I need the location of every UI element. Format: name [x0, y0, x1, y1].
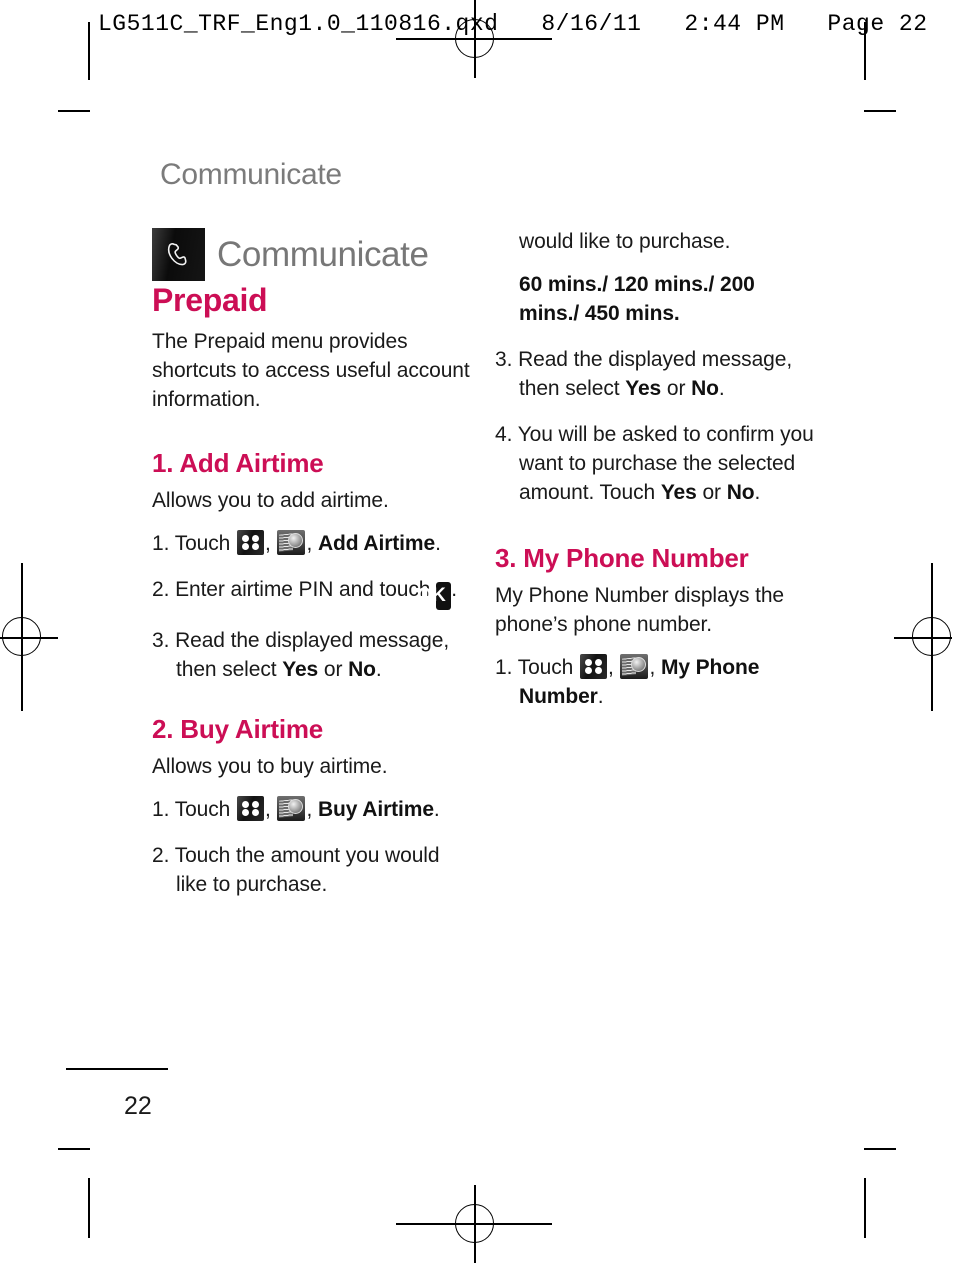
coins-icon — [277, 795, 306, 821]
right-column: would like to purchase. 60 mins./ 120 mi… — [495, 228, 815, 729]
step-add-airtime-2: 2. Enter airtime PIN and touch OK. — [152, 576, 470, 610]
airtime-amount-options: 60 mins./ 120 mins./ 200 mins./ 450 mins… — [519, 272, 755, 325]
print-header: LG511C_TRF_Eng1.0_110816.qxd 8/16/11 2:4… — [98, 11, 928, 37]
step-separator: , — [607, 655, 620, 679]
continued-step-text: would like to purchase. — [519, 230, 731, 253]
menu-grid-icon — [236, 529, 264, 555]
step-number: 2. — [152, 843, 170, 867]
step-text: Touch — [174, 797, 236, 821]
step-add-airtime-1: 1. Touch , , Add Airtime. — [152, 529, 470, 559]
section-intro: The Prepaid menu provides shortcuts to a… — [152, 330, 470, 412]
step-add-airtime-3: 3. Read the displayed message, then sele… — [152, 627, 470, 685]
step-tail: . — [754, 480, 761, 504]
step-separator: , — [264, 531, 277, 555]
step-bold-no: No — [691, 376, 719, 400]
step-number: 3. — [495, 347, 513, 371]
step-text: Touch — [174, 531, 236, 555]
step-bold-no: No — [348, 657, 376, 681]
chapter-title-row: Communicate — [152, 228, 470, 281]
menu-grid-icon — [236, 795, 264, 821]
subsection-intro-add-airtime: Allows you to add airtime. — [152, 488, 389, 512]
subsection-intro-buy-airtime: Allows you to buy airtime. — [152, 754, 388, 778]
step-number: 1. — [152, 531, 170, 555]
step-tail: . — [718, 376, 725, 400]
step-tail: . — [435, 531, 441, 555]
step-tail: . — [451, 577, 457, 601]
subsection-heading-my-phone-number: 3. My Phone Number — [495, 542, 749, 573]
crop-mark-bottom-left-horizontal — [58, 1148, 90, 1150]
subsection-heading-buy-airtime: 2. Buy Airtime — [152, 713, 324, 744]
step-tail: . — [597, 684, 604, 708]
section-title: Prepaid — [152, 282, 268, 318]
step-number: 3. — [152, 628, 170, 652]
step-bold-yes: Yes — [625, 376, 662, 400]
chapter-title: Communicate — [217, 235, 429, 274]
ok-button-icon: OK — [417, 581, 452, 610]
step-buy-airtime-3: 3. Read the displayed message, then sele… — [495, 346, 815, 404]
step-bold-yes: Yes — [660, 480, 697, 504]
crop-mark-top-left-horizontal — [58, 110, 90, 112]
coins-icon — [620, 653, 649, 679]
step-text: Touch — [517, 655, 579, 679]
page-number: 22 — [124, 1092, 152, 1120]
step-separator-2: , — [649, 655, 661, 679]
subsection-heading-add-airtime: 1. Add Airtime — [152, 448, 324, 479]
step-buy-airtime-1: 1. Touch , , Buy Airtime. — [152, 795, 470, 825]
step-number: 2. — [152, 577, 170, 601]
step-text: Enter airtime PIN and touch — [175, 577, 437, 601]
step-buy-airtime-2: 2. Touch the amount you would like to pu… — [152, 842, 470, 900]
coins-icon — [277, 529, 306, 555]
crop-mark-top-left-vertical — [88, 22, 90, 80]
crop-mark-bottom-right-vertical — [864, 1178, 866, 1238]
step-number: 1. — [495, 655, 513, 679]
phone-handset-icon — [152, 228, 205, 281]
step-number: 1. — [152, 797, 170, 821]
running-head: Communicate — [160, 158, 342, 191]
crop-mark-top-right-vertical — [864, 22, 866, 80]
step-bold-label: Buy Airtime — [317, 797, 434, 821]
step-separator-2: , — [306, 531, 318, 555]
subsection-intro-my-phone-number: My Phone Number displays the phone’s pho… — [495, 583, 785, 636]
crop-mark-bottom-right-horizontal — [864, 1148, 896, 1150]
step-text: Touch the amount you would like to purch… — [174, 843, 440, 896]
footer-rule — [66, 1068, 168, 1070]
step-my-phone-number-1: 1. Touch , , My Phone Number. — [495, 653, 815, 712]
step-tail: . — [433, 797, 440, 821]
crop-mark-bottom-left-vertical — [88, 1178, 90, 1238]
crop-mark-top-right-horizontal — [864, 110, 896, 112]
step-bold-label: Add Airtime — [317, 531, 436, 555]
step-separator: or — [318, 657, 349, 681]
left-column: Communicate Prepaid The Prepaid menu pro… — [152, 228, 470, 917]
step-separator: or — [696, 480, 727, 504]
step-tail: . — [375, 657, 382, 681]
step-bold-no: No — [726, 480, 755, 504]
step-bold-yes: Yes — [282, 657, 319, 681]
step-number: 4. — [495, 422, 513, 446]
step-separator: or — [661, 376, 692, 400]
document-page: LG511C_TRF_Eng1.0_110816.qxd 8/16/11 2:4… — [0, 0, 954, 1263]
menu-grid-icon — [579, 653, 607, 679]
step-buy-airtime-4: 4. You will be asked to confirm you want… — [495, 421, 815, 508]
step-separator: , — [264, 797, 277, 821]
step-separator-2: , — [306, 797, 318, 821]
